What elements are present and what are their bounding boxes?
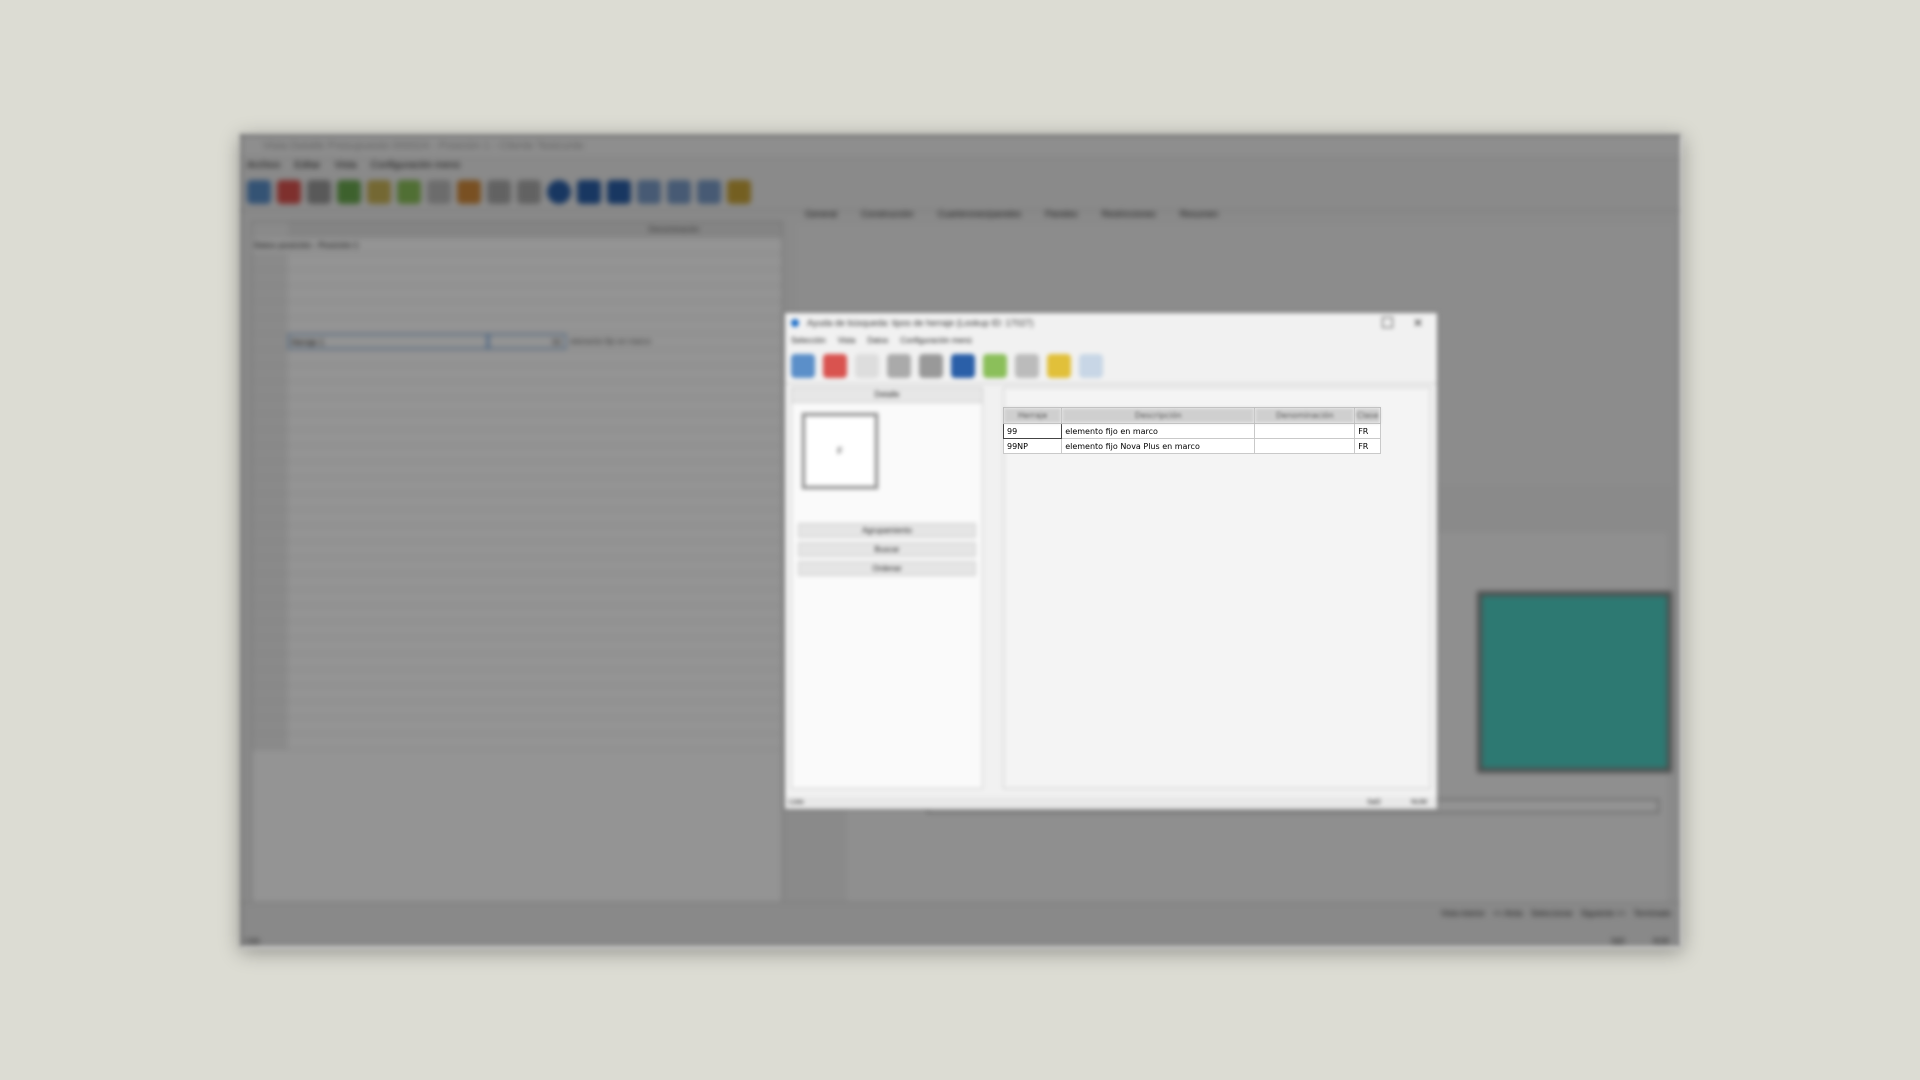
cell-descripcion[interactable]: elemento fijo en marco bbox=[1061, 423, 1256, 439]
dialog-menu-seleccion[interactable]: Selección bbox=[791, 333, 826, 349]
dialog-status-left: Listo bbox=[789, 799, 804, 806]
cell-denominacion[interactable] bbox=[1254, 423, 1356, 439]
cell-herraje[interactable]: 99 bbox=[1002, 423, 1063, 439]
table-row[interactable]: 99NP elemento fijo Nova Plus en marco FR bbox=[1002, 438, 1381, 454]
table-row[interactable] bbox=[1004, 484, 1381, 499]
dialog-menu-configuracion[interactable]: Configuración menú bbox=[900, 333, 972, 349]
keyboard-icon[interactable] bbox=[887, 354, 911, 378]
refresh-icon[interactable] bbox=[983, 354, 1007, 378]
dialog-menu-vista[interactable]: Vista bbox=[838, 333, 856, 349]
dialog-menubar: Selección Vista Datos Configuración menú bbox=[785, 333, 1437, 349]
document-icon[interactable] bbox=[1079, 354, 1103, 378]
star-icon[interactable] bbox=[1047, 354, 1071, 378]
column-header-denominacion[interactable]: Denominación bbox=[1254, 407, 1356, 424]
results-header-row: Herraje Descripción Denominación Clase bbox=[1002, 407, 1381, 424]
cell-clase[interactable]: FR bbox=[1354, 438, 1381, 454]
sort-button[interactable]: Ordenar bbox=[798, 561, 976, 576]
fixed-element-preview: F bbox=[802, 413, 878, 489]
dialog-status-num: NUM bbox=[1411, 799, 1427, 806]
table-row[interactable] bbox=[1004, 469, 1381, 484]
table-row[interactable] bbox=[1004, 499, 1381, 514]
filter-icon[interactable] bbox=[919, 354, 943, 378]
column-header-descripcion[interactable]: Descripción bbox=[1061, 407, 1256, 424]
search-button[interactable]: Buscar bbox=[798, 542, 976, 557]
table-row[interactable] bbox=[1004, 454, 1381, 469]
edit-icon[interactable] bbox=[1015, 354, 1039, 378]
preview-glyph: F bbox=[837, 446, 843, 456]
table-row[interactable]: 99 elemento fijo en marco FR bbox=[1002, 423, 1381, 439]
detail-panel: Detalle F Agrupamiento Buscar Ordenar bbox=[791, 387, 983, 789]
column-header-herraje[interactable]: Herraje bbox=[1002, 407, 1063, 424]
dialog-title: Ayuda de búsqueda: tipos de herraje (Loo… bbox=[785, 313, 1437, 333]
close-icon[interactable]: ✕ bbox=[1413, 313, 1423, 333]
detail-header: Detalle bbox=[792, 388, 982, 403]
maximize-icon[interactable] bbox=[1382, 317, 1393, 328]
grouping-button[interactable]: Agrupamiento bbox=[798, 523, 976, 538]
dialog-status-sal: Sal2 bbox=[1366, 799, 1381, 806]
column-header-clase[interactable]: Clase bbox=[1354, 407, 1381, 424]
dialog-toolbar bbox=[785, 349, 1437, 384]
dialog-status-bar: Listo Sal2 NUM bbox=[785, 797, 1437, 809]
cell-descripcion[interactable]: elemento fijo Nova Plus en marco bbox=[1061, 438, 1256, 454]
dialog-menu-datos[interactable]: Datos bbox=[867, 333, 888, 349]
app-icon bbox=[791, 319, 799, 327]
table-row[interactable] bbox=[1004, 514, 1381, 529]
save-icon[interactable] bbox=[951, 354, 975, 378]
lookup-dialog: Ayuda de búsqueda: tipos de herraje (Loo… bbox=[784, 312, 1438, 810]
cell-clase[interactable]: FR bbox=[1354, 423, 1381, 439]
blank-icon[interactable] bbox=[855, 354, 879, 378]
hardware-type-results-table: Herraje Descripción Denominación Clase 9… bbox=[1002, 407, 1381, 529]
cell-herraje[interactable]: 99NP bbox=[1002, 438, 1063, 454]
cell-denominacion[interactable] bbox=[1254, 438, 1356, 454]
globe-icon[interactable] bbox=[791, 354, 815, 378]
stop-icon[interactable] bbox=[823, 354, 847, 378]
